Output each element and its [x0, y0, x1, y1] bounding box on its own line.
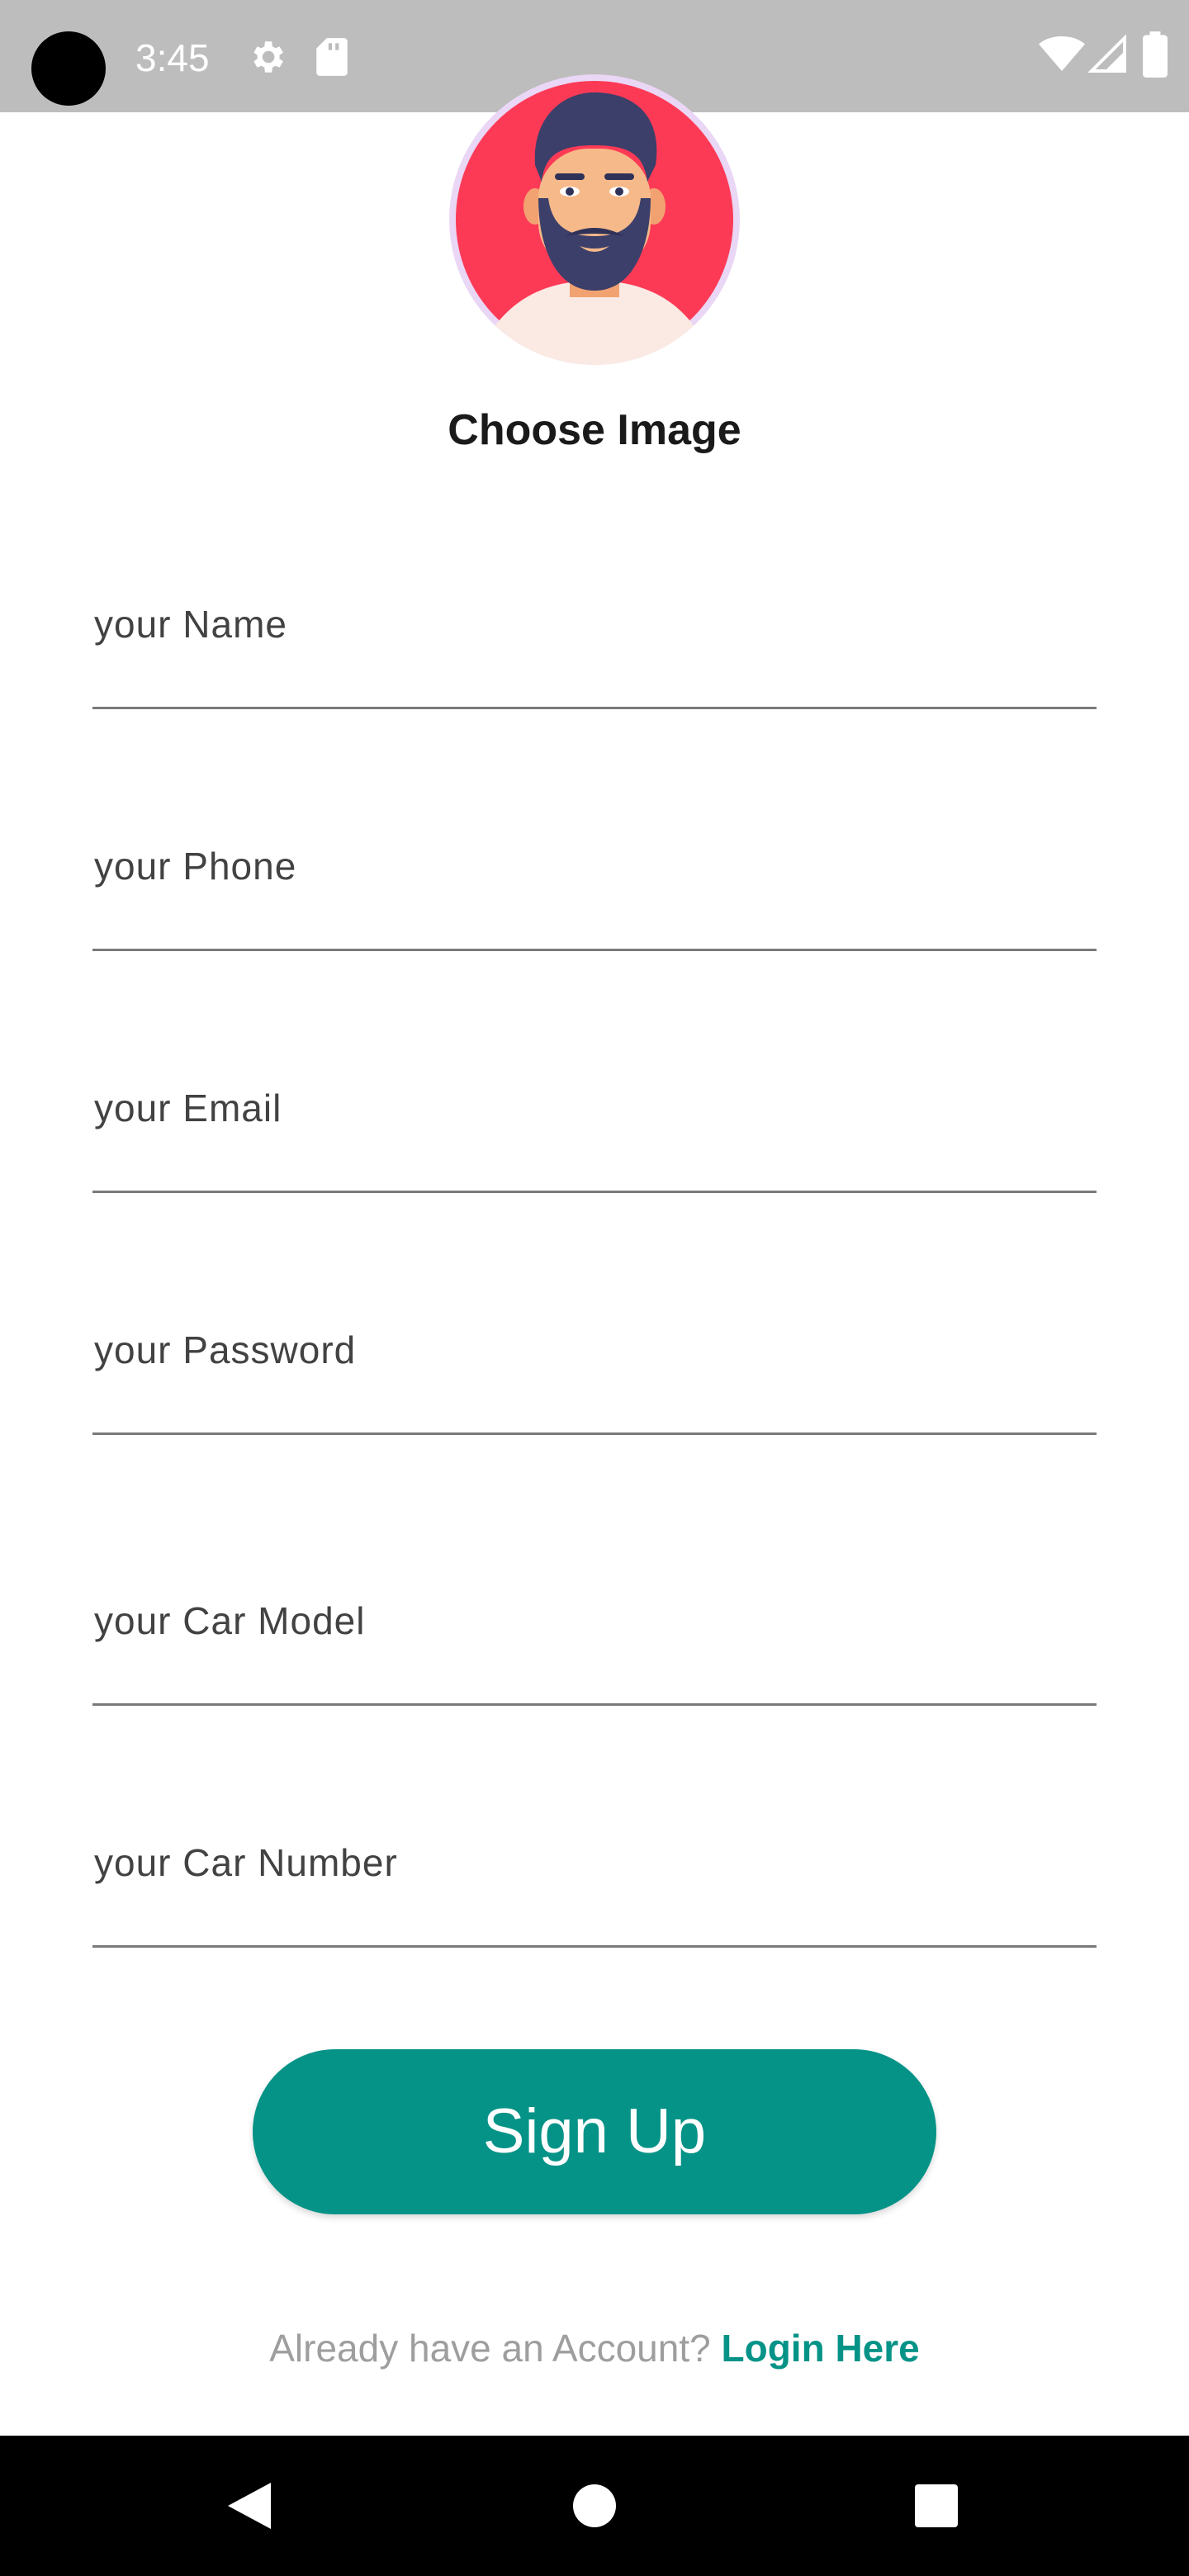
back-icon: [228, 2483, 271, 2529]
recents-icon: [915, 2484, 958, 2527]
sign-up-button[interactable]: Sign Up: [253, 2049, 936, 2214]
password-input-label: your Password: [94, 1328, 357, 1371]
name-input[interactable]: your Name: [92, 583, 1097, 709]
battery-icon: [1143, 31, 1168, 82]
phone-input-label: your Phone: [94, 845, 297, 888]
login-here-link[interactable]: Login Here: [722, 2327, 920, 2370]
navigation-bar: [0, 2436, 1189, 2576]
back-button[interactable]: [183, 2436, 315, 2576]
home-icon: [573, 2484, 616, 2527]
car-model-input[interactable]: your Car Model: [92, 1579, 1097, 1706]
login-row: Already have an Account? Login Here: [0, 2322, 1189, 2375]
recents-button[interactable]: [870, 2436, 1002, 2576]
login-prompt-text: Already have an Account?: [269, 2327, 722, 2370]
wifi-icon: [1039, 33, 1085, 78]
password-input[interactable]: your Password: [92, 1309, 1097, 1435]
sd-card-icon: [314, 36, 350, 82]
camera-cutout: [31, 31, 106, 106]
bearded-man-avatar-icon: [449, 74, 740, 365]
car-model-input-label: your Car Model: [94, 1599, 366, 1642]
car-number-input[interactable]: your Car Number: [92, 1821, 1097, 1948]
email-input-label: your Email: [94, 1087, 282, 1129]
gear-icon: [246, 36, 287, 82]
email-input[interactable]: your Email: [92, 1067, 1097, 1193]
car-number-input-label: your Car Number: [94, 1841, 398, 1884]
profile-avatar[interactable]: [449, 74, 740, 365]
signal-icon: [1087, 34, 1128, 78]
choose-image-label[interactable]: Choose Image: [0, 401, 1189, 459]
name-input-label: your Name: [94, 603, 287, 646]
phone-input[interactable]: your Phone: [92, 825, 1097, 951]
home-button[interactable]: [528, 2436, 661, 2576]
status-time: 3:45: [135, 36, 210, 79]
